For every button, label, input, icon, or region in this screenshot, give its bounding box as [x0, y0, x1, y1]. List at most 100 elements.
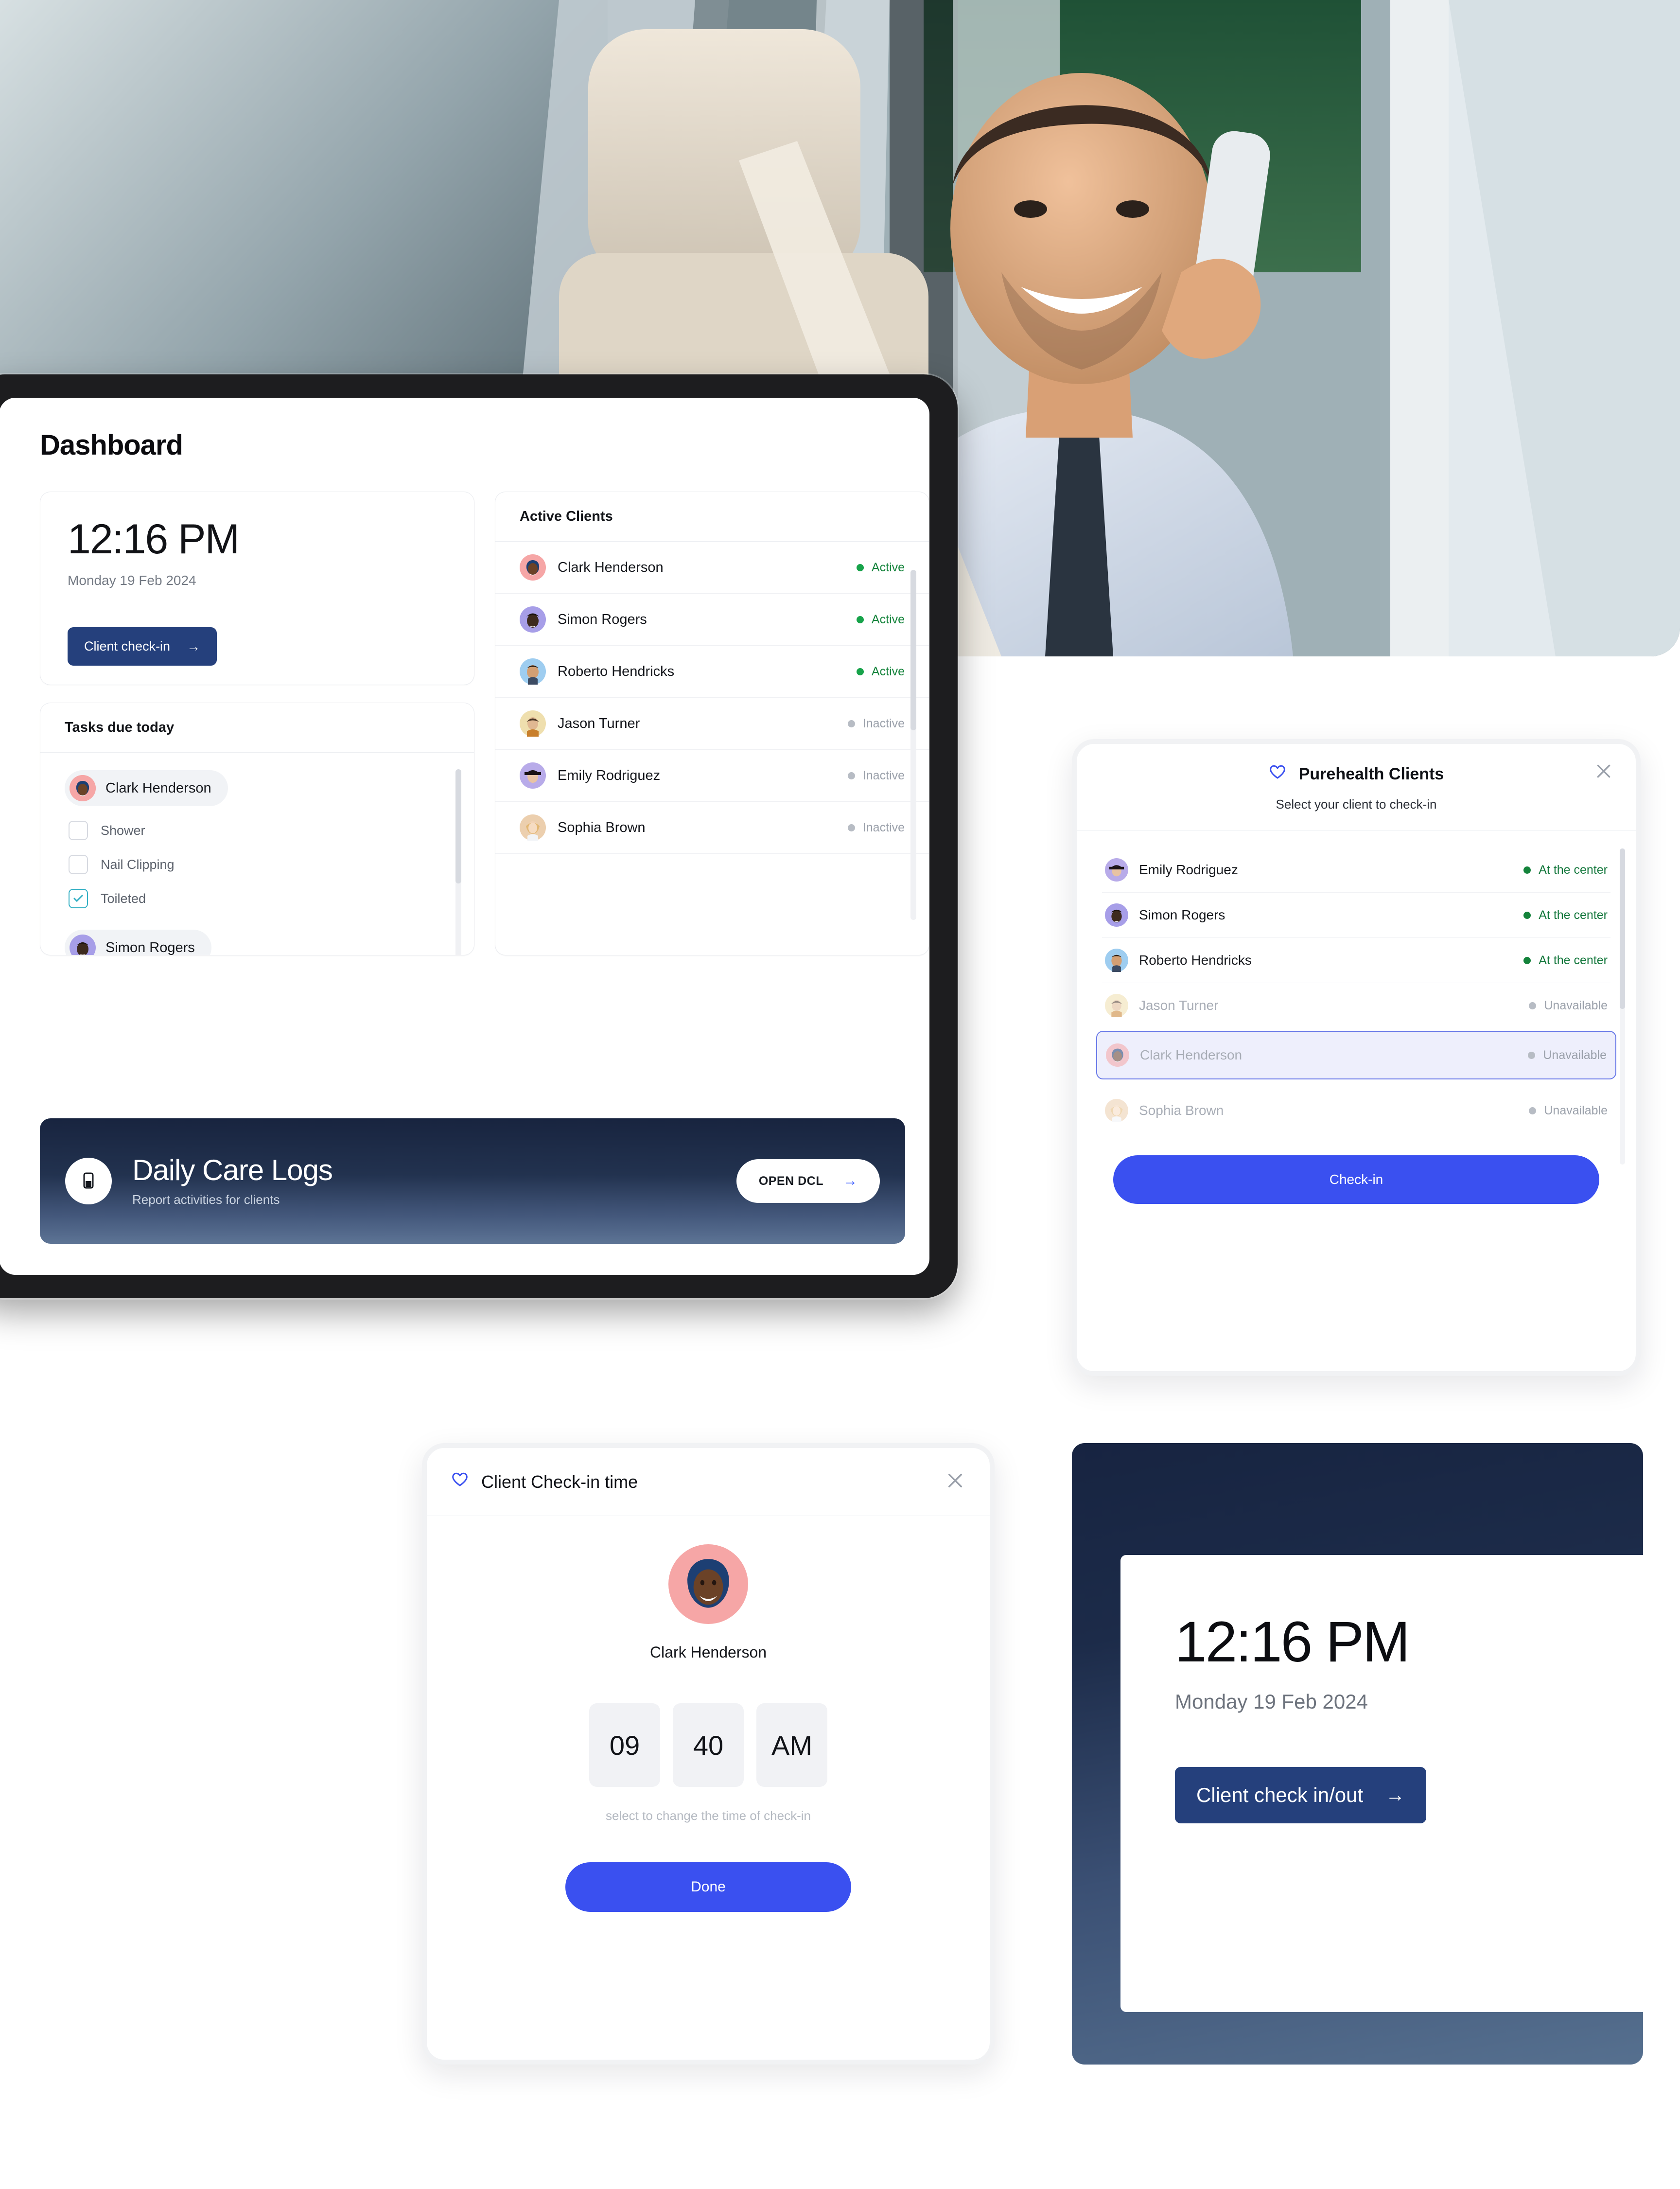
purehealth-clients-modal: Purehealth Clients Select your client to… — [1072, 739, 1641, 1376]
tablet-device-frame: Dashboard 12:16 PM Monday 19 Feb 2024 Cl… — [0, 373, 959, 1300]
avatar — [520, 762, 546, 789]
tasks-scrollbar-thumb[interactable] — [455, 769, 461, 883]
screenshot-stage: Dashboard 12:16 PM Monday 19 Feb 2024 Cl… — [0, 0, 1680, 2189]
purehealth-modal-header: Purehealth Clients Select your client to… — [1077, 744, 1636, 831]
purehealth-client-name: Roberto Hendricks — [1139, 953, 1252, 968]
avatar — [1105, 994, 1128, 1017]
client-name: Simon Rogers — [558, 611, 647, 627]
task-label: Toileted — [101, 891, 146, 906]
heart-icon — [451, 1471, 469, 1493]
checkin-submit-button[interactable]: Check-in — [1113, 1155, 1599, 1204]
dashboard-grid: 12:16 PM Monday 19 Feb 2024 Client check… — [40, 492, 929, 955]
checkin-time-modal-title: Client Check-in time — [481, 1471, 638, 1492]
status-dot-icon — [847, 824, 855, 831]
task-checkbox-checked[interactable] — [69, 889, 88, 908]
task-checkbox[interactable] — [69, 855, 88, 874]
purehealth-client-name: Clark Henderson — [1140, 1047, 1242, 1062]
client-row[interactable]: Roberto Hendricks Active — [495, 646, 929, 698]
task-group-client-chip[interactable]: Simon Rogers — [65, 930, 211, 955]
time-picker-hint: select to change the time of check-in — [605, 1808, 811, 1823]
client-row[interactable]: Sophia Brown Inactive — [495, 802, 929, 854]
purehealth-modal-title: Purehealth Clients — [1298, 765, 1444, 783]
arrow-right-icon: → — [1385, 1784, 1405, 1806]
status-label: Unavailable — [1543, 1048, 1607, 1062]
status-label: Active — [871, 560, 905, 574]
daily-care-logs-banner[interactable]: Daily Care Logs Report activities for cl… — [40, 1118, 905, 1244]
task-checkbox[interactable] — [69, 821, 88, 840]
client-row[interactable]: Emily Rodriguez Inactive — [495, 750, 929, 802]
checkin-time-modal-body: Clark Henderson 09 40 AM select to chang… — [427, 1516, 990, 1912]
tablet-screen: Dashboard 12:16 PM Monday 19 Feb 2024 Cl… — [0, 398, 929, 1275]
status-dot-icon — [1529, 1002, 1537, 1009]
time-picker: 09 40 AM — [427, 1703, 990, 1787]
active-clients-card: Active Clients Clark Henderson Active Si… — [495, 492, 929, 955]
purehealth-scrollbar-thumb[interactable] — [1620, 848, 1625, 1009]
client-check-in-out-button[interactable]: Client check in/out → — [1175, 1767, 1427, 1823]
time-meridiem-cell[interactable]: AM — [756, 1703, 827, 1787]
close-icon[interactable] — [945, 1470, 965, 1493]
task-item[interactable]: Toileted — [65, 889, 450, 908]
status-dot-icon — [1528, 1051, 1536, 1059]
avatar — [520, 554, 546, 581]
close-icon[interactable] — [1594, 761, 1613, 783]
purehealth-client-row[interactable]: Roberto Hendricks At the center — [1102, 938, 1610, 983]
task-label: Shower — [101, 823, 145, 838]
client-row[interactable]: Clark Henderson Active — [495, 542, 929, 594]
purehealth-client-row[interactable]: Sophia Brown Unavailable — [1102, 1088, 1610, 1133]
client-name: Jason Turner — [558, 715, 640, 731]
tasks-scrollbar[interactable] — [455, 769, 461, 955]
client-name: Emily Rodriguez — [558, 767, 661, 783]
open-dcl-button[interactable]: OPEN DCL → — [736, 1159, 880, 1203]
clients-scrollbar-thumb[interactable] — [910, 570, 916, 730]
status-label: Active — [871, 612, 905, 626]
status-dot-icon — [847, 720, 855, 727]
dcl-title: Daily Care Logs — [132, 1154, 333, 1186]
task-item[interactable]: Nail Clipping — [65, 855, 450, 874]
status-badge: Active — [856, 560, 905, 575]
time-hour-cell[interactable]: 09 — [589, 1703, 660, 1787]
done-button[interactable]: Done — [565, 1862, 851, 1912]
checkin-time-modal-header: Client Check-in time — [427, 1448, 990, 1516]
time-minute-cell[interactable]: 40 — [673, 1703, 744, 1787]
arrow-right-icon: → — [187, 638, 201, 654]
status-badge: At the center — [1523, 908, 1608, 922]
task-group-client-name: Simon Rogers — [105, 939, 195, 955]
checkin-time-title-row: Client Check-in time — [451, 1471, 638, 1493]
task-item[interactable]: Shower — [65, 821, 450, 840]
arrow-right-icon: → — [843, 1173, 858, 1189]
avatar — [1105, 858, 1128, 882]
avatar — [520, 658, 546, 685]
status-label: At the center — [1539, 863, 1608, 877]
client-row[interactable]: Jason Turner Inactive — [495, 698, 929, 750]
status-label: Inactive — [862, 768, 905, 782]
client-row[interactable]: Simon Rogers Active — [495, 594, 929, 646]
purehealth-client-row-selected[interactable]: Clark Henderson Unavailable — [1096, 1031, 1616, 1079]
avatar — [520, 606, 546, 633]
heart-icon — [1269, 763, 1286, 785]
dashboard-left-column: 12:16 PM Monday 19 Feb 2024 Client check… — [40, 492, 474, 955]
purehealth-client-row[interactable]: Jason Turner Unavailable — [1102, 983, 1610, 1028]
status-label: Active — [871, 664, 905, 678]
page-title: Dashboard — [40, 429, 183, 461]
avatar — [70, 775, 96, 801]
kiosk-time: 12:16 PM — [1175, 1610, 1410, 1674]
avatar — [668, 1544, 748, 1624]
client-checkin-button[interactable]: Client check-in → — [68, 627, 217, 666]
active-clients-header: Active Clients — [495, 492, 929, 542]
status-label: At the center — [1539, 908, 1608, 922]
client-check-in-out-label: Client check in/out — [1196, 1783, 1364, 1806]
purehealth-modal-subtitle: Select your client to check-in — [1276, 797, 1437, 812]
purehealth-client-row[interactable]: Simon Rogers At the center — [1102, 893, 1610, 938]
purehealth-scrollbar[interactable] — [1620, 848, 1625, 1165]
status-badge: At the center — [1523, 953, 1608, 968]
purehealth-client-row[interactable]: Emily Rodriguez At the center — [1102, 847, 1610, 893]
status-dot-icon — [1523, 911, 1531, 919]
task-group-client-chip[interactable]: Clark Henderson — [65, 770, 228, 806]
purehealth-modal-title-row: Purehealth Clients — [1269, 763, 1444, 785]
dcl-subtitle: Report activities for clients — [132, 1192, 280, 1207]
client-name: Roberto Hendricks — [558, 663, 675, 679]
avatar — [520, 814, 546, 841]
open-dcl-button-label: OPEN DCL — [758, 1174, 823, 1188]
status-badge: Inactive — [847, 821, 905, 835]
clients-scrollbar[interactable] — [910, 570, 916, 920]
